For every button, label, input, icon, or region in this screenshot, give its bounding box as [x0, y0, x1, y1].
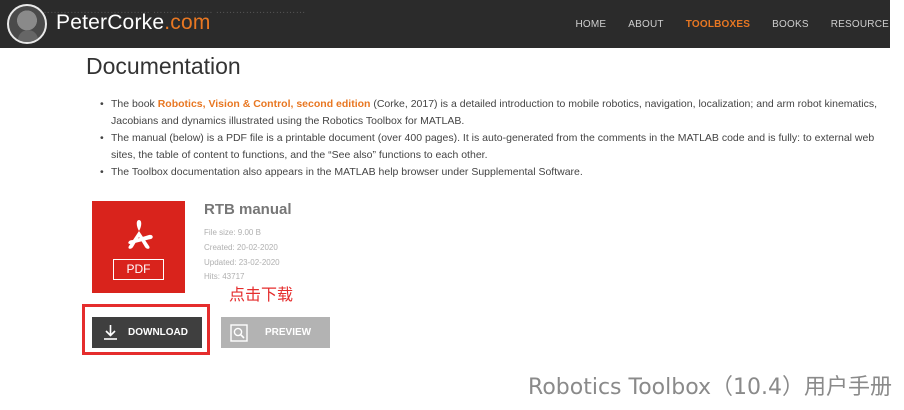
preview-label: PREVIEW: [265, 327, 312, 338]
nav-about[interactable]: ABOUT: [628, 19, 663, 30]
file-hits: Hits: 43717: [204, 272, 245, 281]
nav-home[interactable]: HOME: [575, 19, 606, 30]
pdf-label: PDF: [126, 262, 151, 276]
bullet-3-text: The Toolbox documentation also appears i…: [111, 166, 583, 178]
download-button[interactable]: DOWNLOAD: [92, 317, 202, 348]
nav-toolboxes[interactable]: TOOLBOXES: [686, 19, 750, 30]
avatar[interactable]: [7, 4, 47, 44]
info-list: The book Robotics, Vision & Control, sec…: [100, 96, 896, 181]
brand-name: PeterCorke: [56, 11, 165, 34]
download-label: DOWNLOAD: [128, 327, 188, 338]
file-title: RTB manual: [204, 201, 292, 218]
site-header: …………………………… ……………… ……………………… PeterCorke.…: [0, 0, 890, 48]
preview-button[interactable]: PREVIEW: [221, 317, 330, 348]
site-logo[interactable]: PeterCorke.com: [56, 11, 211, 35]
acrobat-icon: [128, 220, 153, 249]
file-size: File size: 9.00 B: [204, 228, 261, 237]
list-item: The Toolbox documentation also appears i…: [100, 164, 896, 181]
nav-books[interactable]: BOOKS: [772, 19, 809, 30]
brand-tld: .com: [164, 11, 211, 34]
file-updated: Updated: 23-02-2020: [204, 258, 280, 267]
image-caption: Robotics Toolbox（10.4）用户手册: [528, 375, 892, 400]
download-icon: [104, 325, 117, 340]
nav-resources[interactable]: RESOURCE: [831, 19, 889, 30]
bullet-1-pre: The book: [111, 98, 158, 110]
bullet-2-text: The manual (below) is a PDF file is a pr…: [111, 132, 875, 161]
main-nav: HOME ABOUT TOOLBOXES BOOKS RESOURCE: [575, 0, 890, 48]
page-title: Documentation: [86, 53, 241, 79]
annotation-text: 点击下载: [229, 285, 294, 304]
list-item: The manual (below) is a PDF file is a pr…: [100, 130, 896, 163]
preview-icon: [230, 324, 248, 342]
book-link[interactable]: Robotics, Vision & Control, second editi…: [158, 98, 371, 110]
file-created: Created: 20-02-2020: [204, 243, 278, 252]
pdf-label-box: PDF: [113, 259, 164, 280]
list-item: The book Robotics, Vision & Control, sec…: [100, 96, 896, 129]
